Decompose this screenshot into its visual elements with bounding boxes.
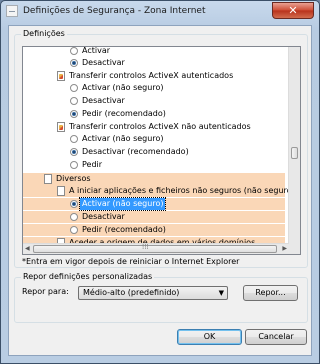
radio-button[interactable] xyxy=(70,84,78,92)
category-label: Diversos xyxy=(56,174,91,183)
list-item-label: Desactivar xyxy=(82,96,125,105)
reset-button[interactable]: Repor... xyxy=(243,285,298,301)
radio-button[interactable] xyxy=(70,213,78,221)
settings-group-label: Definições xyxy=(21,29,67,38)
list-item-label: Desactivar xyxy=(82,212,125,221)
radio-button[interactable] xyxy=(70,59,78,67)
vertical-scroll-thumb[interactable] xyxy=(291,147,298,159)
list-item-label: A iniciar aplicações e ficheiros não seg… xyxy=(69,186,295,195)
list-item-label: Transferir controlos ActiveX autenticado… xyxy=(69,71,234,80)
list-item-label: Pedir (recomendado) xyxy=(82,225,166,234)
list-item-label: Activar (não seguro) xyxy=(78,197,167,211)
list-item[interactable]: Pedir (recomendado) xyxy=(23,224,285,236)
list-item-label: Activar (não seguro) xyxy=(82,134,164,143)
radio-button[interactable] xyxy=(70,135,78,143)
radio-button[interactable] xyxy=(70,161,78,169)
list-item-label: Pedir xyxy=(82,160,103,169)
restart-note: *Entra em vigor depois de reiniciar o In… xyxy=(22,257,240,266)
ok-button[interactable]: OK xyxy=(177,329,242,345)
page-icon xyxy=(57,186,65,196)
radio-button[interactable] xyxy=(70,148,78,156)
title-bar: Definições de Segurança - Zona Internet … xyxy=(1,1,319,23)
page-icon xyxy=(44,174,52,184)
scroll-left-icon[interactable]: ◀ xyxy=(25,245,30,252)
list-item-label: Transferir controlos ActiveX não autenti… xyxy=(69,122,251,131)
radio-button[interactable] xyxy=(70,110,78,118)
shield-icon xyxy=(57,122,65,132)
reset-level-value: Médio-alto (predefinido) xyxy=(83,288,180,297)
horizontal-scrollbar[interactable]: ◀ ▶ xyxy=(23,243,289,254)
list-item-label: Desactivar xyxy=(82,58,125,67)
radio-button[interactable] xyxy=(70,200,78,208)
chevron-down-icon: ▼ xyxy=(218,289,224,297)
list-item-label: Activar (não seguro) xyxy=(82,83,164,92)
list-item: A iniciar aplicações e ficheiros não seg… xyxy=(23,185,295,197)
category-row-diversos: Diversos xyxy=(23,173,285,185)
security-settings-window: Definições de Segurança - Zona Internet … xyxy=(0,0,320,364)
shield-icon xyxy=(57,71,65,81)
radio-button[interactable] xyxy=(70,226,78,234)
scroll-right-icon[interactable]: ▶ xyxy=(282,245,287,252)
radio-button[interactable] xyxy=(70,47,78,55)
list-item-label: Desactivar (recomendado) xyxy=(82,147,189,156)
reset-to-label: Repor para: xyxy=(22,287,69,296)
list-item-label: Pedir (recomendado) xyxy=(82,109,166,118)
vertical-scrollbar[interactable] xyxy=(288,47,300,254)
list-item-label: Activar xyxy=(82,46,111,55)
window-title: Definições de Segurança - Zona Internet xyxy=(23,6,206,16)
window-icon xyxy=(6,5,18,17)
horizontal-scroll-thumb[interactable] xyxy=(33,243,277,253)
list-item[interactable]: Desactivar xyxy=(23,211,285,223)
list-item-selected[interactable]: Activar (não seguro) xyxy=(23,197,285,211)
cancel-button[interactable]: Cancelar xyxy=(245,329,307,345)
reset-level-select[interactable]: Médio-alto (predefinido) ▼ xyxy=(78,286,228,300)
radio-button[interactable] xyxy=(70,97,78,105)
reset-group-label: Repor definições personalizadas xyxy=(21,272,155,281)
settings-list[interactable]: Activar Desactivar Transferir controlos … xyxy=(22,46,301,255)
close-button[interactable]: ✕ xyxy=(272,2,314,19)
dialog-client-area: Definições Activar Desactivar Transferir… xyxy=(8,25,312,356)
